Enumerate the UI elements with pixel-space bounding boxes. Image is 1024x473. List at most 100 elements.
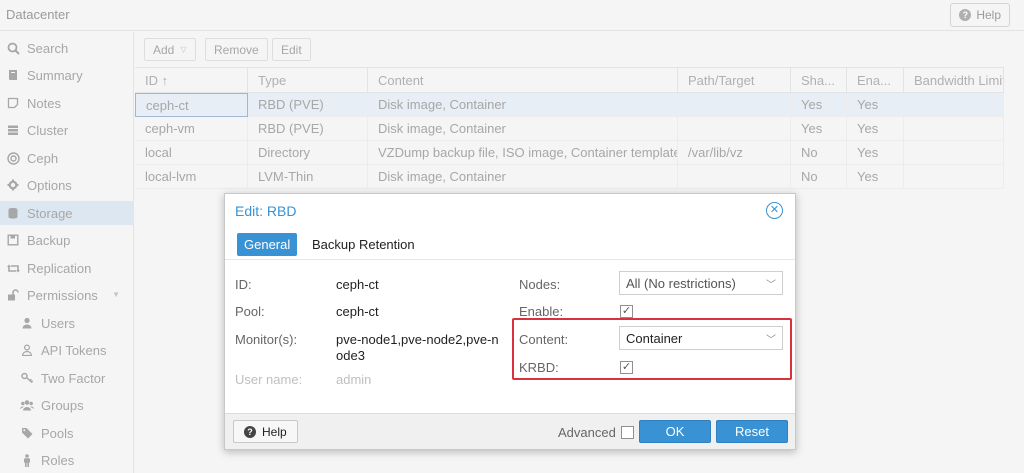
- search-icon: [6, 41, 20, 55]
- sidebar-item-cluster[interactable]: Cluster: [0, 118, 134, 142]
- column-header-content[interactable]: Content: [368, 68, 678, 94]
- sidebar-item-label: Ceph: [27, 150, 59, 166]
- grid-header: ID ↑ Type Content Path/Target Sha... Ena…: [135, 67, 1004, 94]
- sidebar-item-backup[interactable]: Backup: [0, 228, 134, 252]
- sidebar-item-label: Two Factor: [41, 370, 106, 386]
- add-button[interactable]: Add ▽: [144, 38, 196, 61]
- sidebar-item-groups[interactable]: Groups: [0, 393, 134, 417]
- sidebar-item-ceph[interactable]: Ceph: [0, 146, 134, 170]
- chevron-down-icon[interactable]: ▼: [112, 290, 120, 299]
- server-icon: [6, 123, 20, 137]
- column-header-enabled[interactable]: Ena...: [847, 68, 904, 94]
- advanced-label: Advanced: [558, 425, 616, 440]
- cell-type: LVM-Thin: [248, 165, 368, 189]
- sidebar-item-notes[interactable]: Notes: [0, 91, 134, 115]
- column-header-path[interactable]: Path/Target: [678, 68, 791, 94]
- retweet-icon: [6, 261, 20, 275]
- notes-icon: [6, 96, 20, 110]
- sidebar: Search Summary Notes Cluster Ceph Option…: [0, 32, 134, 473]
- edit-button[interactable]: Edit: [272, 38, 311, 61]
- table-row[interactable]: local-lvm LVM-Thin Disk image, Container…: [135, 165, 1004, 189]
- edit-button-label: Edit: [281, 42, 302, 57]
- reset-button[interactable]: Reset: [716, 420, 788, 443]
- sidebar-item-label: Search: [27, 40, 69, 56]
- cell-content: Disk image, Container: [368, 165, 678, 189]
- sidebar-item-label: Summary: [27, 67, 83, 83]
- cell-bandwidth: [904, 93, 1004, 117]
- user-icon: [20, 316, 34, 330]
- tab-backup-retention[interactable]: Backup Retention: [305, 233, 422, 256]
- cell-type: RBD (PVE): [248, 93, 368, 117]
- cell-enabled: Yes: [847, 117, 904, 141]
- cell-path: [678, 93, 791, 117]
- user-outline-icon: [20, 343, 34, 357]
- id-label: ID:: [235, 277, 252, 292]
- nodes-select[interactable]: All (No restrictions) ﹀: [619, 271, 783, 295]
- column-header-bandwidth[interactable]: Bandwidth Limit: [904, 68, 1004, 94]
- sidebar-item-permissions[interactable]: Permissions ▼: [0, 283, 134, 307]
- cell-shared: Yes: [791, 93, 847, 117]
- remove-button[interactable]: Remove: [205, 38, 268, 61]
- cell-path: [678, 117, 791, 141]
- sidebar-item-storage[interactable]: Storage: [0, 201, 134, 225]
- cell-enabled: Yes: [847, 165, 904, 189]
- username-value: admin: [336, 372, 372, 387]
- sidebar-item-search[interactable]: Search: [0, 36, 134, 60]
- sidebar-item-replication[interactable]: Replication: [0, 256, 134, 280]
- column-header-shared[interactable]: Sha...: [791, 68, 847, 94]
- reset-button-label: Reset: [735, 424, 769, 439]
- sidebar-item-options[interactable]: Options: [0, 173, 134, 197]
- nodes-select-value: All (No restrictions): [626, 275, 736, 291]
- cell-path: [678, 165, 791, 189]
- dialog-footer: ? Help Advanced OK Reset: [225, 413, 795, 449]
- help-button-label: Help: [976, 8, 1001, 22]
- nodes-label: Nodes:: [519, 277, 561, 292]
- chevron-down-icon: ▽: [180, 45, 187, 54]
- unlock-icon: [6, 288, 20, 302]
- question-circle-icon: ?: [959, 9, 972, 21]
- dialog-title: Edit: RBD: [235, 203, 297, 219]
- tags-icon: [20, 426, 34, 440]
- help-button[interactable]: ? Help: [233, 420, 298, 443]
- sidebar-item-users[interactable]: Users: [0, 311, 134, 335]
- title-bar: Datacenter ? Help: [0, 0, 1024, 31]
- sidebar-item-roles[interactable]: Roles: [0, 448, 134, 472]
- sidebar-item-label: Groups: [41, 397, 84, 413]
- remove-button-label: Remove: [214, 42, 259, 57]
- table-row[interactable]: ceph-vm RBD (PVE) Disk image, Container …: [135, 117, 1004, 141]
- tab-general[interactable]: General: [237, 233, 298, 256]
- ceph-icon: [6, 151, 20, 165]
- cell-id: local: [135, 141, 248, 165]
- cell-content: Disk image, Container: [368, 117, 678, 141]
- sidebar-item-two-factor[interactable]: Two Factor: [0, 366, 134, 390]
- table-row[interactable]: local Directory VZDump backup file, ISO …: [135, 141, 1004, 165]
- username-label: User name:: [235, 372, 303, 387]
- sidebar-item-summary[interactable]: Summary: [0, 63, 134, 87]
- cell-content: Disk image, Container: [368, 93, 678, 117]
- help-button[interactable]: ? Help: [950, 3, 1010, 27]
- table-row[interactable]: ceph-ct RBD (PVE) Disk image, Container …: [135, 93, 1004, 117]
- column-header-id[interactable]: ID ↑: [135, 68, 248, 94]
- sidebar-item-label: Notes: [27, 95, 61, 111]
- enable-checkbox[interactable]: ✓: [620, 305, 633, 318]
- cell-enabled: Yes: [847, 93, 904, 117]
- sidebar-item-api-tokens[interactable]: API Tokens: [0, 338, 134, 362]
- column-header-type[interactable]: Type: [248, 68, 368, 94]
- sidebar-item-label: Options: [27, 177, 72, 193]
- cell-shared: No: [791, 165, 847, 189]
- close-icon[interactable]: ✕: [766, 202, 783, 219]
- cell-content: VZDump backup file, ISO image, Container…: [368, 141, 678, 165]
- monitors-label: Monitor(s):: [235, 332, 298, 347]
- help-button-label: Help: [262, 424, 287, 439]
- cell-shared: No: [791, 141, 847, 165]
- database-icon: [6, 206, 20, 220]
- sidebar-item-label: API Tokens: [41, 342, 107, 358]
- sidebar-item-label: Pools: [41, 425, 74, 441]
- sidebar-item-label: Permissions: [27, 287, 98, 303]
- ok-button[interactable]: OK: [639, 420, 711, 443]
- page-title: Datacenter: [6, 7, 70, 22]
- advanced-checkbox[interactable]: [621, 426, 634, 439]
- monitors-value: pve-node1,pve-node2,pve-node3: [336, 332, 499, 363]
- sidebar-item-pools[interactable]: Pools: [0, 421, 134, 445]
- sidebar-item-label: Roles: [41, 452, 75, 468]
